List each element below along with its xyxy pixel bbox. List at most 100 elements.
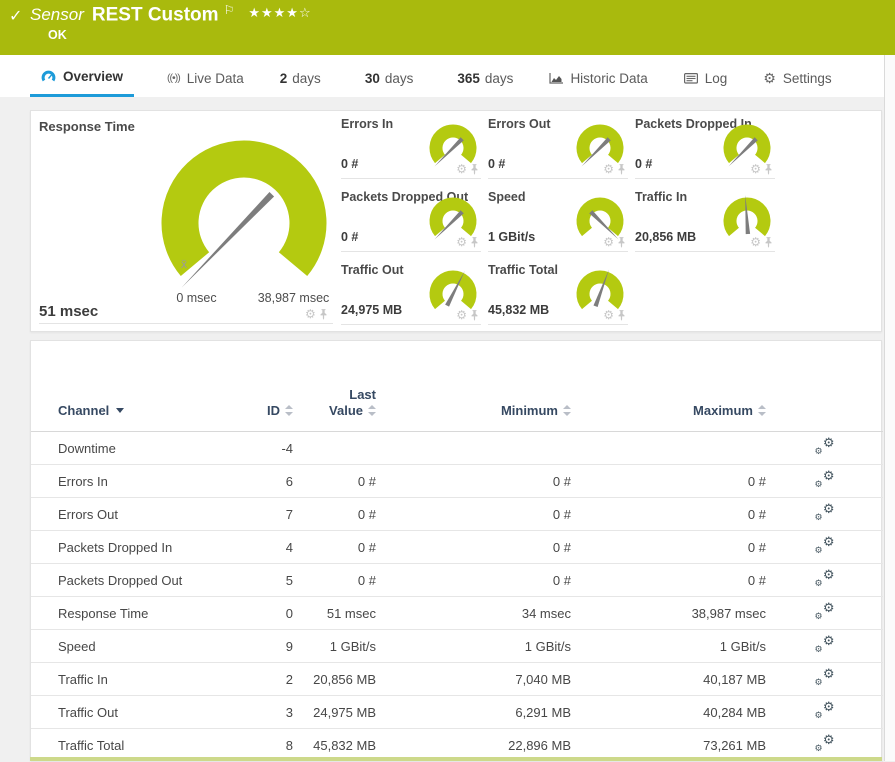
header-maximum[interactable]: Maximum <box>571 341 766 432</box>
channel-maximum: 40,187 MB <box>571 663 766 696</box>
pin-icon[interactable] <box>470 164 479 175</box>
tab-historic-data[interactable]: Historic Data <box>538 59 658 97</box>
channel-settings-icon[interactable]: ⚙⚙ <box>815 670 835 686</box>
sort-icon <box>758 405 766 416</box>
tab-overview[interactable]: Overview <box>30 59 134 97</box>
channel-name: Response Time <box>31 597 236 630</box>
gauge-tab-icon <box>41 70 56 83</box>
table-row: Response Time 0 51 msec 34 msec 38,987 m… <box>31 597 883 630</box>
gauge-label: Errors In <box>341 117 393 131</box>
channel-maximum <box>571 432 766 465</box>
channel-name: Errors In <box>31 465 236 498</box>
channel-last-value: 1 GBit/s <box>293 630 376 663</box>
channel-id: -4 <box>236 432 293 465</box>
pin-icon[interactable] <box>617 164 626 175</box>
gauge-value: 24,975 MB <box>341 303 402 317</box>
tab-label: Log <box>705 71 728 86</box>
pin-icon[interactable] <box>470 237 479 248</box>
header-label: Channel <box>58 403 109 418</box>
header-last-value[interactable]: Last Value <box>293 341 376 432</box>
gauge-settings-gear-icon[interactable]: ⚙ <box>750 162 761 176</box>
pin-icon[interactable] <box>617 237 626 248</box>
gauge-value: 0 # <box>635 157 652 171</box>
gauge-settings-gear-icon[interactable]: ⚙ <box>603 308 614 322</box>
channel-name: Traffic Out <box>31 696 236 729</box>
gauge-settings-gear-icon[interactable]: ⚙ <box>603 162 614 176</box>
channel-last-value: 0 # <box>293 531 376 564</box>
status-badge: OK <box>48 28 67 42</box>
header-label: Value <box>329 403 363 418</box>
pin-icon[interactable] <box>470 310 479 321</box>
gauge-cell: Packets Dropped In 0 # ⚙ <box>635 111 775 179</box>
pin-icon[interactable] <box>764 237 773 248</box>
tab-settings[interactable]: ⚙ Settings <box>752 59 842 97</box>
channel-minimum: 0 # <box>376 564 571 597</box>
channel-name: Packets Dropped Out <box>31 564 236 597</box>
channel-maximum: 40,284 MB <box>571 696 766 729</box>
channel-id: 3 <box>236 696 293 729</box>
header-label: Maximum <box>693 403 753 418</box>
channel-settings-icon[interactable]: ⚙⚙ <box>815 637 835 653</box>
gauge-settings-gear-icon[interactable]: ⚙ <box>456 235 467 249</box>
channel-maximum: 38,987 msec <box>571 597 766 630</box>
pin-icon[interactable] <box>617 310 626 321</box>
channel-settings-icon[interactable]: ⚙⚙ <box>815 505 835 521</box>
channel-minimum: 0 # <box>376 531 571 564</box>
gauge-settings-gear-icon[interactable]: ⚙ <box>603 235 614 249</box>
gauge-value: 1 GBit/s <box>488 230 535 244</box>
tab-live-data[interactable]: ((•)) Live Data <box>156 59 255 97</box>
table-row: Downtime -4 ⚙⚙ <box>31 432 883 465</box>
tab-2-days[interactable]: 2 days <box>269 59 332 97</box>
channel-settings-icon[interactable]: ⚙⚙ <box>815 538 835 554</box>
settings-gear-icon: ⚙ <box>763 70 776 87</box>
table-row: Packets Dropped Out 5 0 # 0 # 0 # ⚙⚙ <box>31 564 883 597</box>
gauge-settings-gear-icon[interactable]: ⚙ <box>750 235 761 249</box>
star-empty: ☆ <box>299 5 312 20</box>
channel-name: Packets Dropped In <box>31 531 236 564</box>
tab-log[interactable]: Log <box>673 59 739 97</box>
average-marker: x̄ <box>181 257 187 271</box>
flag-icon[interactable]: ⚐ <box>224 3 235 17</box>
tab-365-days[interactable]: 365 days <box>446 59 524 97</box>
header-label: Minimum <box>501 403 558 418</box>
gauge-settings-gear-icon[interactable]: ⚙ <box>456 162 467 176</box>
channel-minimum: 0 # <box>376 498 571 531</box>
channel-settings-icon[interactable]: ⚙⚙ <box>815 703 835 719</box>
channel-last-value: 0 # <box>293 465 376 498</box>
gauge-cell: Traffic Total 45,832 MB ⚙ <box>488 257 628 325</box>
channel-maximum: 0 # <box>571 564 766 597</box>
channel-settings-icon[interactable]: ⚙⚙ <box>815 604 835 620</box>
channel-name: Traffic In <box>31 663 236 696</box>
gauge-label: Traffic Total <box>488 263 558 277</box>
channel-maximum: 1 GBit/s <box>571 630 766 663</box>
mini-gauge-grid: Errors In 0 # ⚙ Errors Out 0 # <box>341 111 789 325</box>
sort-caret-down-icon <box>116 408 124 413</box>
page-right-gutter[interactable] <box>884 55 895 761</box>
header-minimum[interactable]: Minimum <box>376 341 571 432</box>
pin-icon[interactable] <box>764 164 773 175</box>
channel-settings-icon[interactable]: ⚙⚙ <box>815 472 835 488</box>
table-row: Speed 9 1 GBit/s 1 GBit/s 1 GBit/s ⚙⚙ <box>31 630 883 663</box>
tab-number: 30 <box>365 71 380 86</box>
channel-id: 5 <box>236 564 293 597</box>
tab-label: Overview <box>63 69 123 84</box>
channel-settings-icon[interactable]: ⚙⚙ <box>815 571 835 587</box>
response-time-gauge-label: Response Time <box>39 119 135 134</box>
overview-panel: Response Time x̄ 0 msec 38,987 msec 51 m… <box>30 110 882 332</box>
divider <box>39 323 333 324</box>
gauge-settings-gear-icon[interactable]: ⚙ <box>305 307 316 321</box>
channel-settings-icon[interactable]: ⚙⚙ <box>815 736 835 752</box>
header-channel[interactable]: Channel <box>31 341 236 432</box>
header-id[interactable]: ID <box>236 341 293 432</box>
tab-30-days[interactable]: 30 days <box>354 59 425 97</box>
channel-settings-icon[interactable]: ⚙⚙ <box>815 439 835 455</box>
gauge-settings-gear-icon[interactable]: ⚙ <box>456 308 467 322</box>
pin-icon[interactable] <box>319 309 328 320</box>
priority-stars[interactable]: ★★★★☆ <box>248 5 311 20</box>
channel-maximum: 0 # <box>571 531 766 564</box>
tab-label: days <box>485 71 514 86</box>
table-row: Traffic Out 3 24,975 MB 6,291 MB 40,284 … <box>31 696 883 729</box>
tab-label: Historic Data <box>570 71 647 86</box>
gauge-value: 0 # <box>341 157 358 171</box>
status-ok-check-icon: ✓ <box>9 6 22 26</box>
